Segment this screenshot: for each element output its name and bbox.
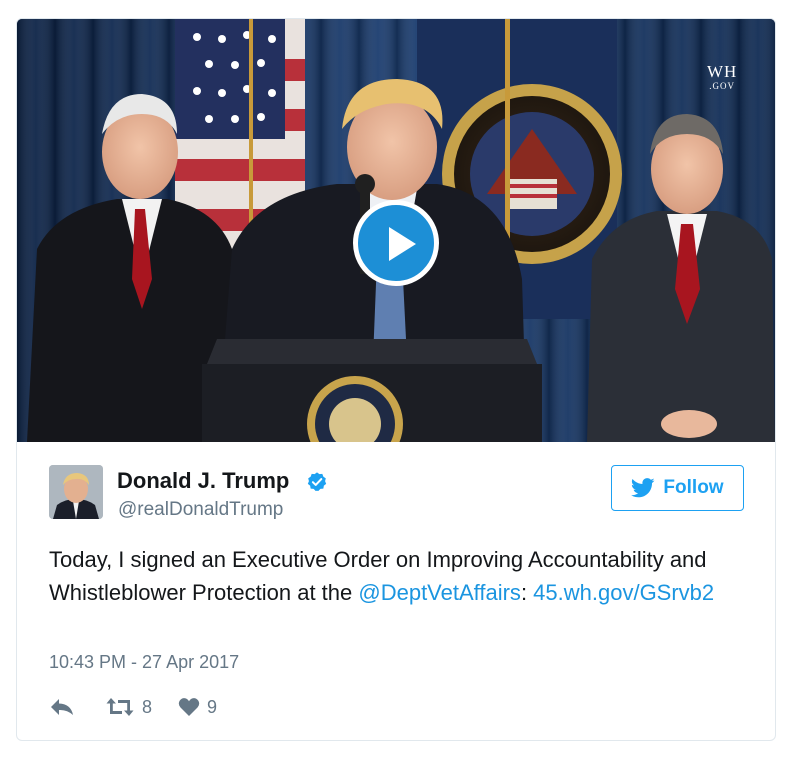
retweet-count: 8 xyxy=(142,696,153,717)
tweet-text-part2: : xyxy=(520,580,534,605)
video-thumbnail[interactable]: WH .GOV xyxy=(17,19,775,442)
watermark-bottom: .GOV xyxy=(709,81,736,91)
follow-button[interactable]: Follow xyxy=(611,465,744,511)
reply-button[interactable] xyxy=(49,697,75,717)
timestamp[interactable]: 10:43 PM - 27 Apr 2017 xyxy=(49,652,239,673)
follow-label: Follow xyxy=(663,477,724,498)
like-button[interactable]: 9 xyxy=(178,697,217,718)
author-handle[interactable]: @realDonaldTrump xyxy=(118,499,283,521)
retweet-button[interactable]: 8 xyxy=(105,697,152,718)
url-link[interactable]: 45.wh.gov/GSrvb2 xyxy=(533,580,714,605)
podium xyxy=(202,339,542,442)
action-bar: 8 9 xyxy=(49,694,217,720)
reply-icon xyxy=(51,699,73,715)
like-count: 9 xyxy=(207,696,218,717)
wh-gov-watermark: WH .GOV xyxy=(707,63,737,91)
twitter-bird-icon xyxy=(631,478,656,498)
heart-icon xyxy=(178,698,200,716)
avatar-image xyxy=(49,465,103,519)
verified-badge-icon xyxy=(307,472,327,491)
tweet-text: Today, I signed an Executive Order on Im… xyxy=(49,543,749,609)
avatar[interactable] xyxy=(49,465,103,519)
retweet-icon xyxy=(106,698,134,716)
tweet-card: WH .GOV Donald J. Trump @realDonaldTrump… xyxy=(16,18,776,741)
mention-link[interactable]: @DeptVetAffairs xyxy=(358,580,521,605)
play-icon[interactable] xyxy=(353,200,439,286)
author-name[interactable]: Donald J. Trump xyxy=(117,468,289,494)
watermark-top: WH xyxy=(707,62,738,81)
